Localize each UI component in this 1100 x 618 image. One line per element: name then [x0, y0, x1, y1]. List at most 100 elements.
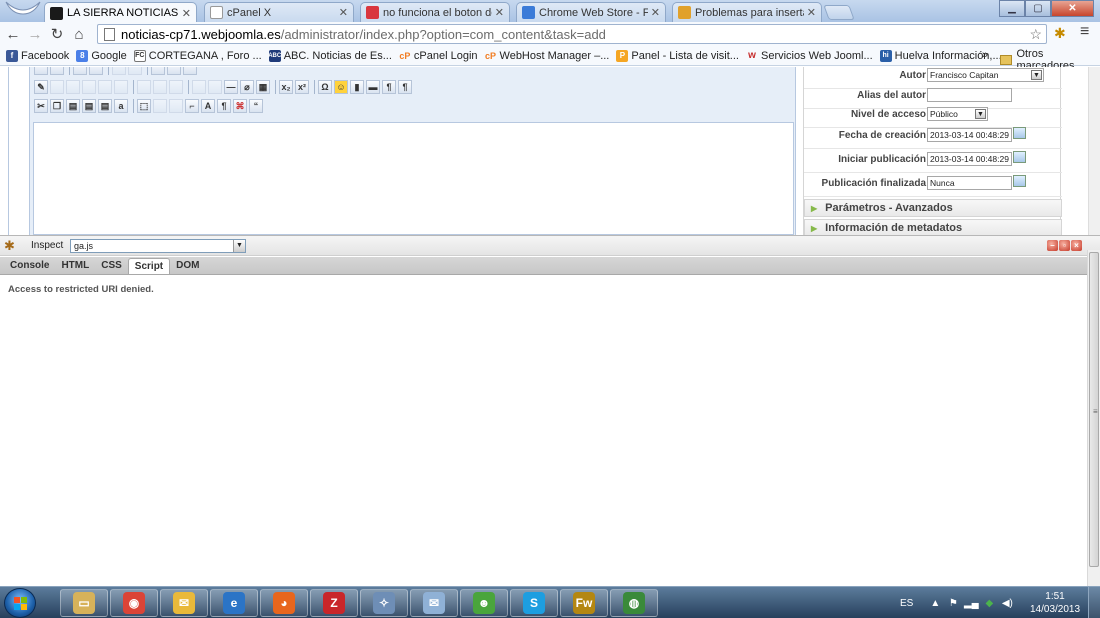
chrome-menu-icon[interactable]: ≡ — [1080, 23, 1089, 41]
image-icon[interactable] — [183, 67, 197, 75]
table-cell-icon[interactable] — [82, 80, 96, 94]
tab-console[interactable]: Console — [4, 258, 55, 273]
editor-text-area[interactable] — [33, 122, 794, 235]
layer-back-icon[interactable] — [169, 80, 183, 94]
table-merge-icon[interactable] — [98, 80, 112, 94]
special-char-icon[interactable]: Ω — [318, 80, 332, 94]
bookmark-servicios-web[interactable]: w Servicios Web Jooml... — [746, 50, 873, 62]
creation-date-input[interactable]: 2013-03-14 00:48:29 — [927, 128, 1012, 142]
taskbar-app-explorer[interactable]: ▭ — [60, 589, 108, 617]
firebug-scrollbar[interactable]: ≡ — [1087, 250, 1100, 587]
tab-la-sierra-noticias[interactable]: LA SIERRA NOTICIAS - Ad ✕ — [44, 2, 197, 23]
maximize-window-icon[interactable]: ▢ — [1025, 0, 1051, 17]
show-hidden-icons-icon[interactable]: ▲ — [929, 597, 941, 609]
taskbar-app-fireworks[interactable]: Fw — [560, 589, 608, 617]
taskbar-app-filezilla[interactable]: Z — [310, 589, 358, 617]
calendar-icon[interactable] — [1013, 175, 1026, 187]
table-props-icon[interactable] — [208, 80, 222, 94]
start-button[interactable] — [4, 588, 36, 618]
layer-icon[interactable] — [137, 80, 151, 94]
taskbar-app-messenger[interactable]: ☻ — [460, 589, 508, 617]
tab-problemas-insertar[interactable]: Problemas para insertar im ✕ — [672, 2, 822, 22]
close-window-icon[interactable]: ✕ — [1051, 0, 1094, 17]
firebug-extension-icon[interactable]: ✱ — [1054, 25, 1066, 42]
subscript-icon[interactable]: x₂ — [279, 80, 293, 94]
home-icon[interactable]: ⌂ — [70, 26, 88, 43]
anchor-icon[interactable] — [167, 67, 181, 75]
forward-arrow-icon[interactable]: → — [26, 26, 44, 43]
taskbar-app-skype[interactable]: S — [510, 589, 558, 617]
paste-text-icon[interactable]: ▤ — [82, 99, 96, 113]
antivirus-icon[interactable]: ◆ — [983, 597, 995, 609]
cut-icon[interactable]: ✂ — [34, 99, 48, 113]
taskbar-app-network-globe[interactable]: ◍ — [610, 589, 658, 617]
copy-icon[interactable]: ❐ — [50, 99, 64, 113]
table-row-icon[interactable] — [50, 80, 64, 94]
bookmark-webhost-manager[interactable]: cP WebHost Manager –... — [485, 50, 609, 62]
emoticon-icon[interactable]: ☺ — [334, 80, 348, 94]
bookmark-cpanel-login[interactable]: cP cPanel Login — [399, 50, 477, 62]
tab-css[interactable]: CSS — [95, 258, 128, 273]
bookmark-cortegana[interactable]: FC CORTEGANA , Foro ... — [133, 49, 262, 62]
align-center-icon[interactable] — [89, 67, 103, 75]
bold-icon[interactable] — [34, 67, 48, 75]
insert-layer-icon[interactable]: ⬚ — [137, 99, 151, 113]
calendar-icon[interactable] — [1013, 151, 1026, 163]
bookmark-facebook[interactable]: f Facebook — [6, 49, 69, 62]
absolute-icon[interactable]: ⌐ — [185, 99, 199, 113]
author-alias-input[interactable] — [927, 88, 1012, 102]
reload-icon[interactable]: ↻ — [48, 25, 66, 43]
language-indicator[interactable]: ES — [900, 598, 913, 609]
align-left-icon[interactable] — [73, 67, 87, 75]
volume-icon[interactable]: ◀) — [1001, 597, 1013, 609]
calendar-icon[interactable] — [1013, 127, 1026, 139]
bookmark-abc[interactable]: ABC ABC. Noticias de Es... — [268, 49, 392, 62]
ltr-icon[interactable]: ¶ — [382, 80, 396, 94]
tab-close-icon[interactable]: ✕ — [651, 6, 660, 19]
link-icon[interactable] — [151, 67, 165, 75]
list-icon[interactable] — [112, 67, 126, 75]
back-arrow-icon[interactable]: ← — [4, 26, 22, 43]
advanced-hr-icon[interactable]: ▬ — [366, 80, 380, 94]
tab-dom[interactable]: DOM — [170, 258, 205, 273]
taskbar-app-outlook[interactable]: ✉ — [160, 589, 208, 617]
scrollbar-thumb[interactable]: ≡ — [1089, 252, 1099, 567]
chrome-window-icon[interactable] — [4, 0, 42, 20]
tab-close-icon[interactable]: ✕ — [807, 6, 816, 19]
advanced-params-toggle[interactable]: ▶ Parámetros - Avanzados — [804, 199, 1062, 217]
indent-icon[interactable] — [128, 67, 142, 75]
paste-word-icon[interactable]: ▤ — [98, 99, 112, 113]
paste-icon[interactable]: ▤ — [66, 99, 80, 113]
bookmark-panel-lista[interactable]: P Panel - Lista de visit... — [616, 49, 739, 62]
tab-close-icon[interactable]: ✕ — [182, 7, 191, 20]
address-bar[interactable]: noticias-cp71.webjoomla.es/administrator… — [97, 24, 1047, 44]
minimize-firebug-icon[interactable]: – — [1047, 240, 1058, 251]
publish-start-input[interactable]: 2013-03-14 00:48:29 — [927, 152, 1012, 166]
minimize-window-icon[interactable]: ▁ — [999, 0, 1025, 17]
media-icon[interactable]: ▮ — [350, 80, 364, 94]
taskbar-app-firefox[interactable]: ◕ — [260, 589, 308, 617]
show-blocks-icon[interactable]: ¶ — [217, 99, 231, 113]
nonbreaking-icon[interactable]: ⌘ — [233, 99, 247, 113]
tab-close-icon[interactable]: ✕ — [495, 6, 504, 19]
table-split-icon[interactable] — [114, 80, 128, 94]
taskbar-app-safari[interactable]: ✧ — [360, 589, 408, 617]
rtl-icon[interactable]: ¶ — [398, 80, 412, 94]
table-col-icon[interactable] — [66, 80, 80, 94]
metadata-toggle[interactable]: ▶ Información de metadatos — [804, 219, 1062, 235]
tab-no-funciona[interactable]: no funciona el boton de i ✕ — [360, 2, 510, 22]
horizontal-rule-icon[interactable]: — — [224, 80, 238, 94]
network-icon[interactable]: ▂▄ — [964, 597, 979, 609]
tab-chrome-web-store[interactable]: Chrome Web Store - Fireb ✕ — [516, 2, 666, 22]
show-desktop-button[interactable] — [1088, 587, 1100, 618]
taskbar-app-windows-live-mail[interactable]: ✉ — [410, 589, 458, 617]
publish-end-input[interactable]: Nunca — [927, 176, 1012, 190]
system-clock[interactable]: 1:51 14/03/2013 — [1030, 590, 1080, 616]
tab-cpanel[interactable]: cPanel X ✕ — [204, 2, 354, 22]
page-scrollbar[interactable] — [1088, 67, 1100, 235]
author-select[interactable]: Francisco Capitan ▼ — [927, 68, 1044, 82]
tab-html[interactable]: HTML — [55, 258, 95, 273]
italic-icon[interactable] — [50, 67, 64, 75]
edit-css-icon[interactable]: ✎ — [34, 80, 48, 94]
taskbar-app-chrome[interactable]: ◉ — [110, 589, 158, 617]
